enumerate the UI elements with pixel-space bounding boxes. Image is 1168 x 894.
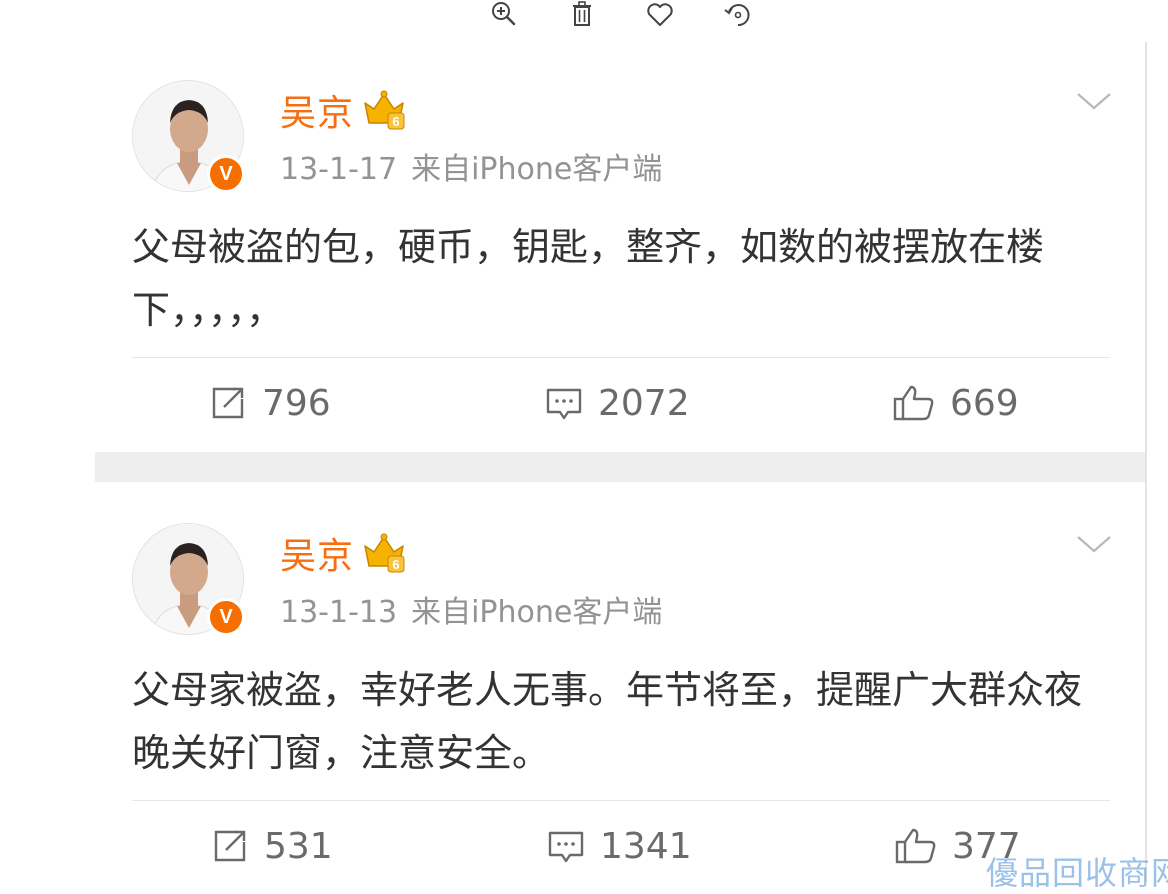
- author-avatar[interactable]: V: [132, 80, 245, 193]
- weibo-post: V 吴京 6 13-1-13 来自iPhone客户端 父母家被盗，幸好老人无事。年…: [132, 523, 1112, 882]
- comment-icon: [548, 831, 584, 863]
- action-divider: [132, 357, 1110, 358]
- crown-level-number: 6: [392, 557, 399, 572]
- author-name[interactable]: 吴京: [280, 84, 354, 136]
- post-menu-button[interactable]: [1072, 529, 1116, 559]
- comment-button[interactable]: 1341: [546, 823, 692, 869]
- image-viewer-toolbar: [484, 0, 796, 34]
- post-source: 来自iPhone客户端: [411, 152, 663, 187]
- crown-level-icon: 6: [364, 533, 405, 573]
- screenshot-edge-rule: [1145, 42, 1147, 882]
- rotate-button[interactable]: [718, 0, 758, 30]
- comment-count: 2072: [598, 382, 690, 424]
- author-name[interactable]: 吴京: [280, 527, 354, 579]
- post-text: 父母家被盗，幸好老人无事。年节将至，提醒广大群众夜晚关好门窗，注意安全。: [132, 668, 1083, 775]
- post-menu-button[interactable]: [1072, 86, 1116, 116]
- site-watermark: 優品回收商网: [986, 854, 1168, 892]
- repost-count: 796: [262, 382, 331, 424]
- repost-button[interactable]: 796: [208, 380, 331, 426]
- post-separator: [95, 452, 1145, 482]
- verified-badge: V: [207, 155, 245, 193]
- trash-icon: [573, 1, 591, 26]
- author-avatar[interactable]: V: [132, 523, 245, 636]
- repost-count: 531: [264, 825, 333, 867]
- comment-count: 1341: [600, 825, 692, 867]
- weibo-post: V 吴京 6 13-1-17 来自iPhone客户端 父母被盗的包，硬币，钥匙，整…: [132, 80, 1112, 440]
- author-name-row: 吴京 6: [280, 84, 406, 136]
- post-date: 13-1-13: [280, 595, 398, 630]
- post-meta: 13-1-17 来自iPhone客户端: [280, 144, 662, 188]
- rotate-icon: [724, 4, 750, 27]
- action-divider: [132, 800, 1110, 801]
- delete-button[interactable]: [562, 0, 602, 30]
- author-name-row: 吴京 6: [280, 527, 406, 579]
- verified-badge: V: [207, 598, 245, 636]
- crown-level-icon: 6: [364, 90, 405, 130]
- zoom-in-button[interactable]: [484, 0, 524, 30]
- thumbs-up-icon: [895, 828, 936, 864]
- post-date: 13-1-17: [280, 152, 398, 187]
- thumbs-up-icon: [893, 385, 934, 421]
- heart-icon: [647, 3, 673, 26]
- repost-button[interactable]: 531: [210, 823, 333, 869]
- crown-level-number: 6: [392, 114, 399, 129]
- repost-icon: [212, 387, 244, 419]
- comment-icon: [546, 388, 582, 420]
- repost-icon: [214, 830, 246, 862]
- post-source: 来自iPhone客户端: [411, 595, 663, 630]
- post-meta: 13-1-13 来自iPhone客户端: [280, 587, 662, 631]
- chevron-down-icon: [1077, 536, 1111, 553]
- like-button[interactable]: 669: [892, 380, 1019, 426]
- chevron-down-icon: [1077, 93, 1111, 110]
- zoom-in-icon: [492, 2, 516, 26]
- like-count: 669: [950, 382, 1019, 424]
- post-text: 父母被盗的包，硬币，钥匙，整齐，如数的被摆放在楼下，，，，，: [132, 225, 1045, 332]
- comment-button[interactable]: 2072: [544, 380, 690, 426]
- favorite-button[interactable]: [640, 0, 680, 30]
